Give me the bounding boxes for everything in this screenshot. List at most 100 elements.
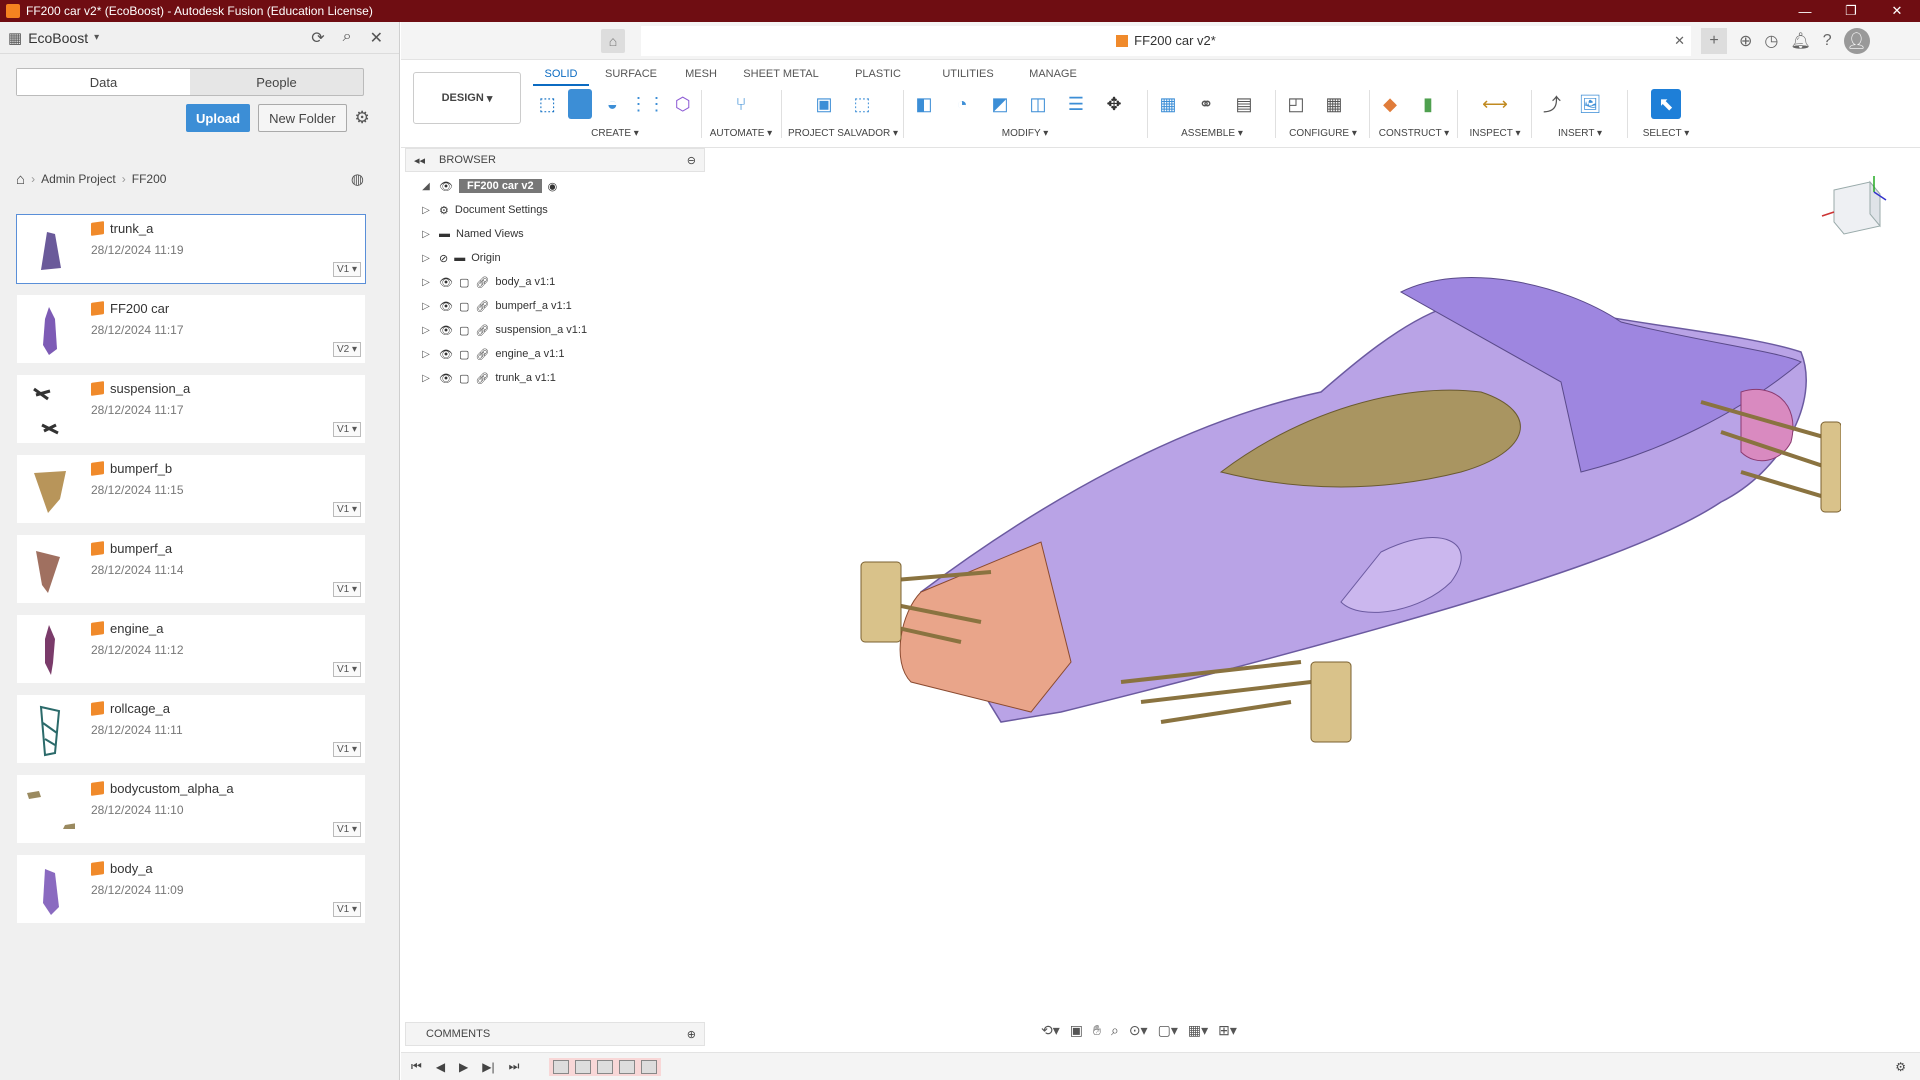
insert-derive-icon[interactable]: ⤴ xyxy=(1537,89,1567,119)
form-icon[interactable]: ⬡ xyxy=(671,89,696,119)
tab-surface[interactable]: SURFACE xyxy=(589,64,673,86)
home-tab-icon[interactable]: ⌂ xyxy=(601,28,625,53)
version-badge[interactable]: V1 ▾ xyxy=(332,742,361,757)
create-sketch-icon[interactable]: ⬚ xyxy=(535,89,560,119)
file-item[interactable]: trunk_a 28/12/2024 11:19 V1 ▾ xyxy=(16,214,366,284)
expand-triangle-icon[interactable]: ▷ xyxy=(419,349,433,360)
tab-manage[interactable]: MANAGE xyxy=(1013,64,1093,86)
chamfer-icon[interactable]: ◩ xyxy=(985,89,1015,119)
project-salvador-menu[interactable]: PROJECT SALVADOR ▾ xyxy=(787,128,899,139)
tree-item[interactable]: ▷ 👁︎ ▢ 🔗︎ body_a v1:1 xyxy=(419,270,587,294)
visibility-eye-icon[interactable]: 👁︎ xyxy=(439,324,453,337)
timeline-feature[interactable] xyxy=(597,1059,614,1074)
version-badge[interactable]: V1 ▾ xyxy=(332,262,361,277)
file-item[interactable]: bumperf_b 28/12/2024 11:15 V1 ▾ xyxy=(16,454,366,524)
inspect-menu[interactable]: INSPECT ▾ xyxy=(1463,128,1527,139)
tab-sheet-metal[interactable]: SHEET METAL xyxy=(729,64,833,86)
version-badge[interactable]: V1 ▾ xyxy=(332,422,361,437)
version-badge[interactable]: V1 ▾ xyxy=(332,662,361,677)
visibility-eye-icon[interactable]: 👁︎ xyxy=(439,300,453,313)
file-item[interactable]: suspension_a 28/12/2024 11:17 V1 ▾ xyxy=(16,374,366,444)
pan-icon[interactable]: ✋︎ xyxy=(1093,1022,1101,1039)
combine-icon[interactable]: ☰ xyxy=(1061,89,1091,119)
restore-button[interactable]: ❐ xyxy=(1828,0,1874,22)
pattern-icon[interactable]: ⋮⋮ xyxy=(630,89,666,119)
file-item[interactable]: FF200 car 28/12/2024 11:17 V2 ▾ xyxy=(16,294,366,364)
configure-menu[interactable]: CONFIGURE ▾ xyxy=(1281,128,1365,139)
timeline-feature[interactable] xyxy=(619,1059,636,1074)
tree-item[interactable]: ▷ 👁︎ ▢ 🔗︎ engine_a v1:1 xyxy=(419,342,587,366)
create-menu[interactable]: CREATE ▾ xyxy=(535,128,695,139)
go-to-start-icon[interactable]: ⏮ xyxy=(411,1059,422,1074)
tree-item[interactable]: ▷ ⚙ Document Settings xyxy=(419,198,587,222)
expand-triangle-icon[interactable]: ▷ xyxy=(419,301,433,312)
view-cube[interactable] xyxy=(1820,172,1892,242)
construct-menu[interactable]: CONSTRUCT ▾ xyxy=(1375,128,1453,139)
zoom-icon[interactable]: ⌕ xyxy=(1111,1022,1119,1039)
step-back-icon[interactable]: ◀ xyxy=(436,1060,445,1074)
select-icon[interactable]: ⬉ xyxy=(1651,89,1681,119)
step-forward-icon[interactable]: ▶| xyxy=(482,1060,494,1074)
timeline-feature[interactable] xyxy=(553,1059,570,1074)
tree-item[interactable]: ▷ 👁︎ ▢ 🔗︎ trunk_a v1:1 xyxy=(419,366,587,390)
new-folder-button[interactable]: New Folder xyxy=(258,104,347,132)
new-tab-icon[interactable]: + xyxy=(1701,27,1727,54)
version-badge[interactable]: V1 ▾ xyxy=(332,902,361,917)
look-at-icon[interactable]: ▣ xyxy=(1070,1022,1083,1039)
fillet-icon[interactable]: ◔ xyxy=(947,89,977,119)
orbit-icon[interactable]: ⟲▾ xyxy=(1041,1022,1060,1039)
help-icon[interactable]: ? xyxy=(1823,32,1832,50)
refresh-icon[interactable]: ⟳ xyxy=(311,28,324,48)
search-icon[interactable]: ⌕ xyxy=(343,28,352,48)
midplane-icon[interactable]: ▮ xyxy=(1413,89,1443,119)
apps-grid-icon[interactable]: ▦ xyxy=(8,29,22,47)
upload-button[interactable]: Upload xyxy=(186,104,251,132)
3d-viewport[interactable] xyxy=(841,242,1842,805)
version-badge[interactable]: V1 ▾ xyxy=(332,822,361,837)
hidden-eye-icon[interactable]: ⊘ xyxy=(439,252,448,265)
job-status-icon[interactable]: ◷ xyxy=(1764,31,1778,51)
grid-icon[interactable]: ▦▾ xyxy=(1188,1022,1208,1039)
tree-item[interactable]: ▷ 👁︎ ▢ 🔗︎ bumperf_a v1:1 xyxy=(419,294,587,318)
tab-mesh[interactable]: MESH xyxy=(673,64,729,86)
expand-triangle-icon[interactable]: ▷ xyxy=(419,277,433,288)
file-item[interactable]: bodycustom_alpha_a 28/12/2024 11:10 V1 ▾ xyxy=(16,774,366,844)
version-badge[interactable]: V2 ▾ xyxy=(332,342,361,357)
breadcrumb-ff200[interactable]: FF200 xyxy=(132,172,167,186)
chevron-down-icon[interactable]: ▾ xyxy=(94,32,99,43)
visibility-eye-icon[interactable]: 👁︎ xyxy=(439,180,453,193)
activate-radio-icon[interactable]: ◉ xyxy=(548,180,558,193)
workspace-switcher[interactable]: DESIGN ▾ xyxy=(413,72,521,124)
expand-triangle-icon[interactable]: ▷ xyxy=(419,205,433,216)
visibility-eye-icon[interactable]: 👁︎ xyxy=(439,348,453,361)
new-component-icon[interactable]: ▦ xyxy=(1153,89,1183,119)
select-menu[interactable]: SELECT ▾ xyxy=(1633,128,1699,139)
version-badge[interactable]: V1 ▾ xyxy=(332,502,361,517)
salvador-icon[interactable]: ▣ xyxy=(809,89,839,119)
tree-root[interactable]: ◢ 👁︎ FF200 car v2 ◉ xyxy=(419,174,587,198)
close-tab-icon[interactable]: ✕ xyxy=(1674,33,1685,49)
tab-solid[interactable]: SOLID xyxy=(533,64,589,86)
minimize-button[interactable]: — xyxy=(1782,0,1828,22)
automate-menu[interactable]: AUTOMATE ▾ xyxy=(707,128,775,139)
tab-data[interactable]: Data xyxy=(17,69,190,95)
tab-people[interactable]: People xyxy=(190,69,363,95)
shell-icon[interactable]: ◫ xyxy=(1023,89,1053,119)
viewports-icon[interactable]: ⊞▾ xyxy=(1218,1022,1237,1039)
tree-item[interactable]: ▷ 👁︎ ▢ 🔗︎ suspension_a v1:1 xyxy=(419,318,587,342)
gear-icon[interactable]: ⚙ xyxy=(355,108,370,128)
tab-utilities[interactable]: UTILITIES xyxy=(923,64,1013,86)
home-icon[interactable]: ⌂ xyxy=(16,171,25,188)
add-comment-icon[interactable]: ⊕ xyxy=(687,1028,696,1041)
fit-icon[interactable]: ⊙▾ xyxy=(1129,1022,1148,1039)
tree-item[interactable]: ▷ ⊘ ▬ Origin xyxy=(419,246,587,270)
project-selector[interactable]: EcoBoost xyxy=(28,30,88,46)
visibility-eye-icon[interactable]: 👁︎ xyxy=(439,276,453,289)
timeline-feature[interactable] xyxy=(641,1059,658,1074)
close-window-button[interactable]: ✕ xyxy=(1874,0,1920,22)
revolve-icon[interactable]: ◒ xyxy=(600,89,625,119)
configure-icon[interactable]: ◰ xyxy=(1281,89,1311,119)
close-icon[interactable]: ✕ xyxy=(370,28,383,48)
timeline-settings-icon[interactable]: ⚙ xyxy=(1895,1060,1906,1074)
press-pull-icon[interactable]: ◧ xyxy=(909,89,939,119)
